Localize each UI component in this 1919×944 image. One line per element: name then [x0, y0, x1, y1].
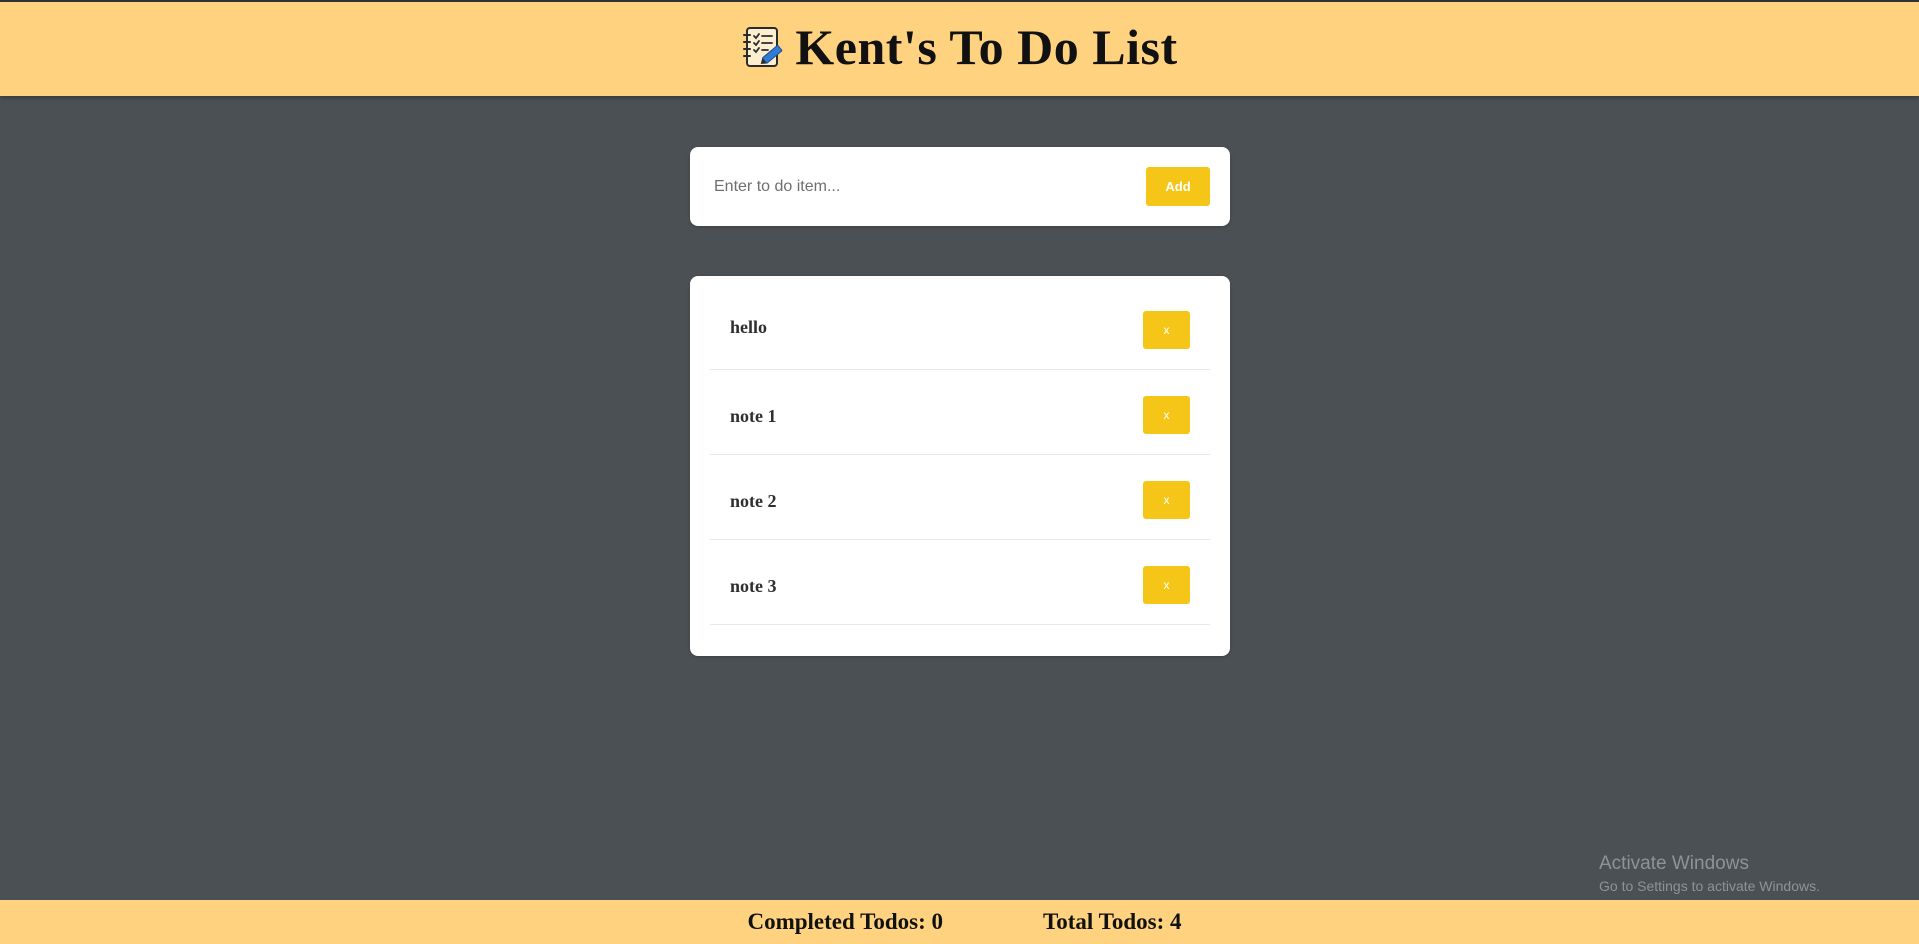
todo-text[interactable]: hello	[730, 317, 767, 338]
list-item: note 1 x	[710, 370, 1210, 455]
watermark-title: Activate Windows	[1599, 853, 1749, 874]
list-item: note 2 x	[710, 455, 1210, 540]
delete-button[interactable]: x	[1143, 566, 1190, 604]
stats-footer: Completed Todos: 0 Total Todos: 4	[0, 900, 1919, 944]
app-header: Kent's To Do List	[0, 0, 1919, 96]
completed-count: Completed Todos: 0	[747, 909, 944, 934]
delete-button[interactable]: x	[1143, 311, 1190, 349]
watermark-subtitle: Go to Settings to activate Windows.	[1599, 878, 1820, 894]
list-item: note 3 x	[710, 540, 1210, 625]
page-title: Kent's To Do List	[795, 19, 1178, 75]
title-wrap: Kent's To Do List	[741, 18, 1177, 76]
activate-windows-watermark: Activate Windows Go to Settings to activ…	[1599, 852, 1820, 896]
todo-text[interactable]: note 1	[730, 406, 777, 427]
stats-row: Completed Todos: 0 Total Todos: 4	[747, 909, 1181, 935]
delete-button[interactable]: x	[1143, 396, 1190, 434]
new-todo-card: Add	[690, 147, 1230, 226]
todo-text[interactable]: note 2	[730, 491, 777, 512]
list-item: hello x	[710, 277, 1210, 370]
todo-text[interactable]: note 3	[730, 576, 777, 597]
todo-list: hello x note 1 x note 2 x note 3 x	[710, 276, 1210, 625]
add-button[interactable]: Add	[1146, 167, 1210, 206]
delete-button[interactable]: x	[1143, 481, 1190, 519]
total-count: Total Todos: 4	[1043, 909, 1182, 934]
notebook-checklist-icon	[743, 27, 783, 67]
todo-list-card: hello x note 1 x note 2 x note 3 x	[690, 276, 1230, 656]
todo-input[interactable]	[712, 167, 1116, 207]
